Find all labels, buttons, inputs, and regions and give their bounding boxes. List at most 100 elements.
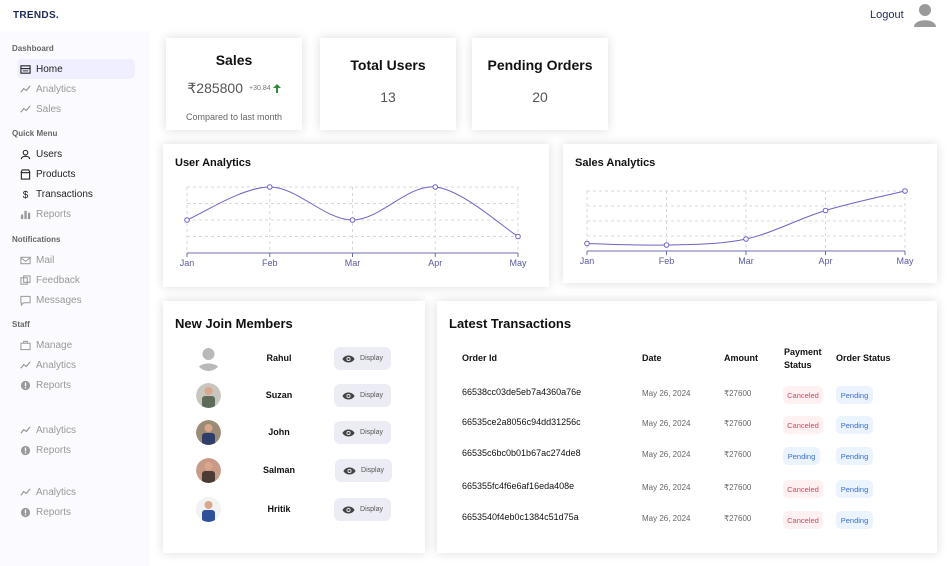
sidebar-item-label: Messages	[36, 295, 82, 307]
user-icon	[20, 149, 31, 159]
display-button-label: Display	[360, 392, 383, 399]
sidebar-item-analytics[interactable]: Analytics	[17, 420, 135, 440]
display-button[interactable]: Display	[334, 384, 391, 407]
trend-icon	[20, 425, 31, 434]
display-button[interactable]: Display	[334, 498, 391, 521]
sidebar-section-title: Staff	[12, 320, 30, 329]
arrow-up-icon	[272, 84, 281, 93]
sidebar-item-analytics[interactable]: Analytics	[17, 355, 135, 375]
sidebar-item-analytics[interactable]: Analytics	[17, 79, 135, 99]
data-point	[266, 184, 273, 190]
sidebar-item-label: Feedback	[36, 274, 80, 286]
sidebar-item-analytics[interactable]: Analytics	[17, 482, 135, 502]
message-icon	[20, 295, 31, 307]
data-point	[822, 207, 829, 214]
user-analytics-card: User Analytics Jan Feb Mar Apr May	[163, 144, 549, 287]
order-id-cell: 66538cc03de5eb7a4360a76e	[462, 387, 582, 397]
display-button-label: Display	[360, 355, 383, 362]
sidebar-item-label: Products	[36, 168, 76, 180]
amount-cell: ₹27600	[724, 389, 752, 398]
trend-icon	[20, 105, 31, 113]
sidebar-item-manage[interactable]: Manage	[17, 335, 135, 355]
date-cell: May 26, 2024	[642, 389, 691, 398]
sales-analytics-card: Sales Analytics Jan Feb Mar Apr May	[563, 144, 937, 283]
sidebar-item-mail[interactable]: Mail	[17, 250, 135, 270]
th-payment-status-line1: Payment	[784, 347, 822, 357]
x-tick-label: Feb	[659, 256, 675, 266]
date-cell: May 26, 2024	[642, 514, 691, 523]
x-tick-label: Apr	[428, 258, 442, 268]
trend-icon	[20, 361, 31, 369]
sidebar-item-home[interactable]: Home	[17, 59, 135, 79]
store-icon	[20, 169, 31, 180]
member-row: Salman Display	[163, 458, 425, 488]
main-content: Sales ₹285800 +30.84 Compared to last mo…	[150, 31, 948, 566]
sidebar-item-users[interactable]: Users	[17, 144, 135, 164]
payment-status-badge: Canceled	[783, 480, 823, 498]
sidebar-item-reports[interactable]: Reports	[17, 502, 135, 522]
sidebar-item-messages[interactable]: Messages	[17, 291, 135, 311]
th-payment-status: Payment Status	[784, 346, 822, 372]
date-cell: May 26, 2024	[642, 419, 691, 428]
total-users-title: Total Users	[350, 57, 426, 73]
order-status-badge: Pending	[836, 480, 873, 498]
member-row: Suzan Display	[163, 383, 425, 413]
date-cell: May 26, 2024	[642, 450, 691, 459]
sidebar-item-label: Reports	[36, 444, 72, 456]
payment-status-badge: Canceled	[783, 511, 823, 529]
dollar-icon: $	[23, 190, 29, 200]
order-id-cell: 66535c6bc0b01b67ac274de8	[462, 448, 581, 458]
pending-orders-card: Pending Orders 20	[472, 38, 608, 130]
sidebar-item-products[interactable]: Products	[17, 164, 135, 184]
sidebar-item-label: Reports	[36, 209, 72, 221]
default-avatar-icon	[197, 348, 220, 371]
sales-delta: +30.84	[249, 85, 271, 92]
mail-icon	[20, 256, 31, 264]
data-point	[743, 236, 749, 242]
eye-icon	[342, 392, 355, 399]
order-id-cell: 66535ce2a8056c94dd31256c	[462, 417, 581, 427]
user-avatar-icon[interactable]	[914, 3, 936, 27]
order-status-badge: Pending	[836, 511, 873, 529]
data-point	[184, 217, 190, 223]
sidebar-item-label: Analytics	[36, 486, 77, 498]
sales-value: ₹285800	[187, 80, 243, 96]
sidebar-item-feedback[interactable]: Feedback	[17, 270, 135, 290]
payment-status-badge: Pending	[783, 447, 820, 465]
alert-icon	[20, 445, 31, 455]
sidebar-item-reports[interactable]: Reports	[17, 205, 135, 225]
th-order-id: Order Id	[462, 353, 498, 363]
data-point	[902, 188, 908, 194]
alert-icon	[20, 507, 31, 517]
display-button[interactable]: Display	[334, 421, 391, 444]
display-button[interactable]: Display	[334, 347, 391, 370]
display-button[interactable]: Display	[335, 459, 392, 482]
data-point	[432, 184, 439, 190]
sidebar-item-label: Transactions	[36, 189, 93, 201]
member-avatar	[196, 420, 221, 445]
pending-orders-value: 20	[532, 89, 548, 105]
member-row: Hritik Display	[163, 497, 425, 527]
home-icon	[20, 64, 31, 74]
order-status-badge: Pending	[836, 447, 873, 465]
sidebar-item-transactions[interactable]: $ Transactions	[17, 185, 135, 205]
new-members-title: New Join Members	[175, 316, 293, 331]
sidebar-item-sales[interactable]: Sales	[17, 100, 135, 120]
trend-icon	[20, 487, 31, 496]
sidebar-item-label: Analytics	[36, 83, 77, 95]
sidebar-section-title: Notifications	[12, 235, 61, 244]
member-name: Rahul	[266, 353, 292, 363]
x-tick-label: May	[896, 256, 914, 266]
data-point	[584, 240, 590, 247]
sidebar-item-label: Manage	[36, 339, 73, 351]
x-tick-label: Apr	[818, 256, 832, 266]
eye-icon	[342, 506, 355, 513]
member-row: Rahul Display	[163, 346, 425, 376]
app-logo[interactable]: TRENDS.	[13, 10, 59, 21]
sales-analytics-chart: Jan Feb Mar Apr May	[580, 188, 914, 266]
sidebar-item-label: Analytics	[36, 424, 77, 436]
logout-link[interactable]: Logout	[870, 9, 904, 21]
user-analytics-chart: Jan Feb Mar Apr May	[180, 184, 527, 268]
sidebar-item-reports[interactable]: Reports	[17, 376, 135, 396]
sidebar-item-reports[interactable]: Reports	[17, 440, 135, 460]
